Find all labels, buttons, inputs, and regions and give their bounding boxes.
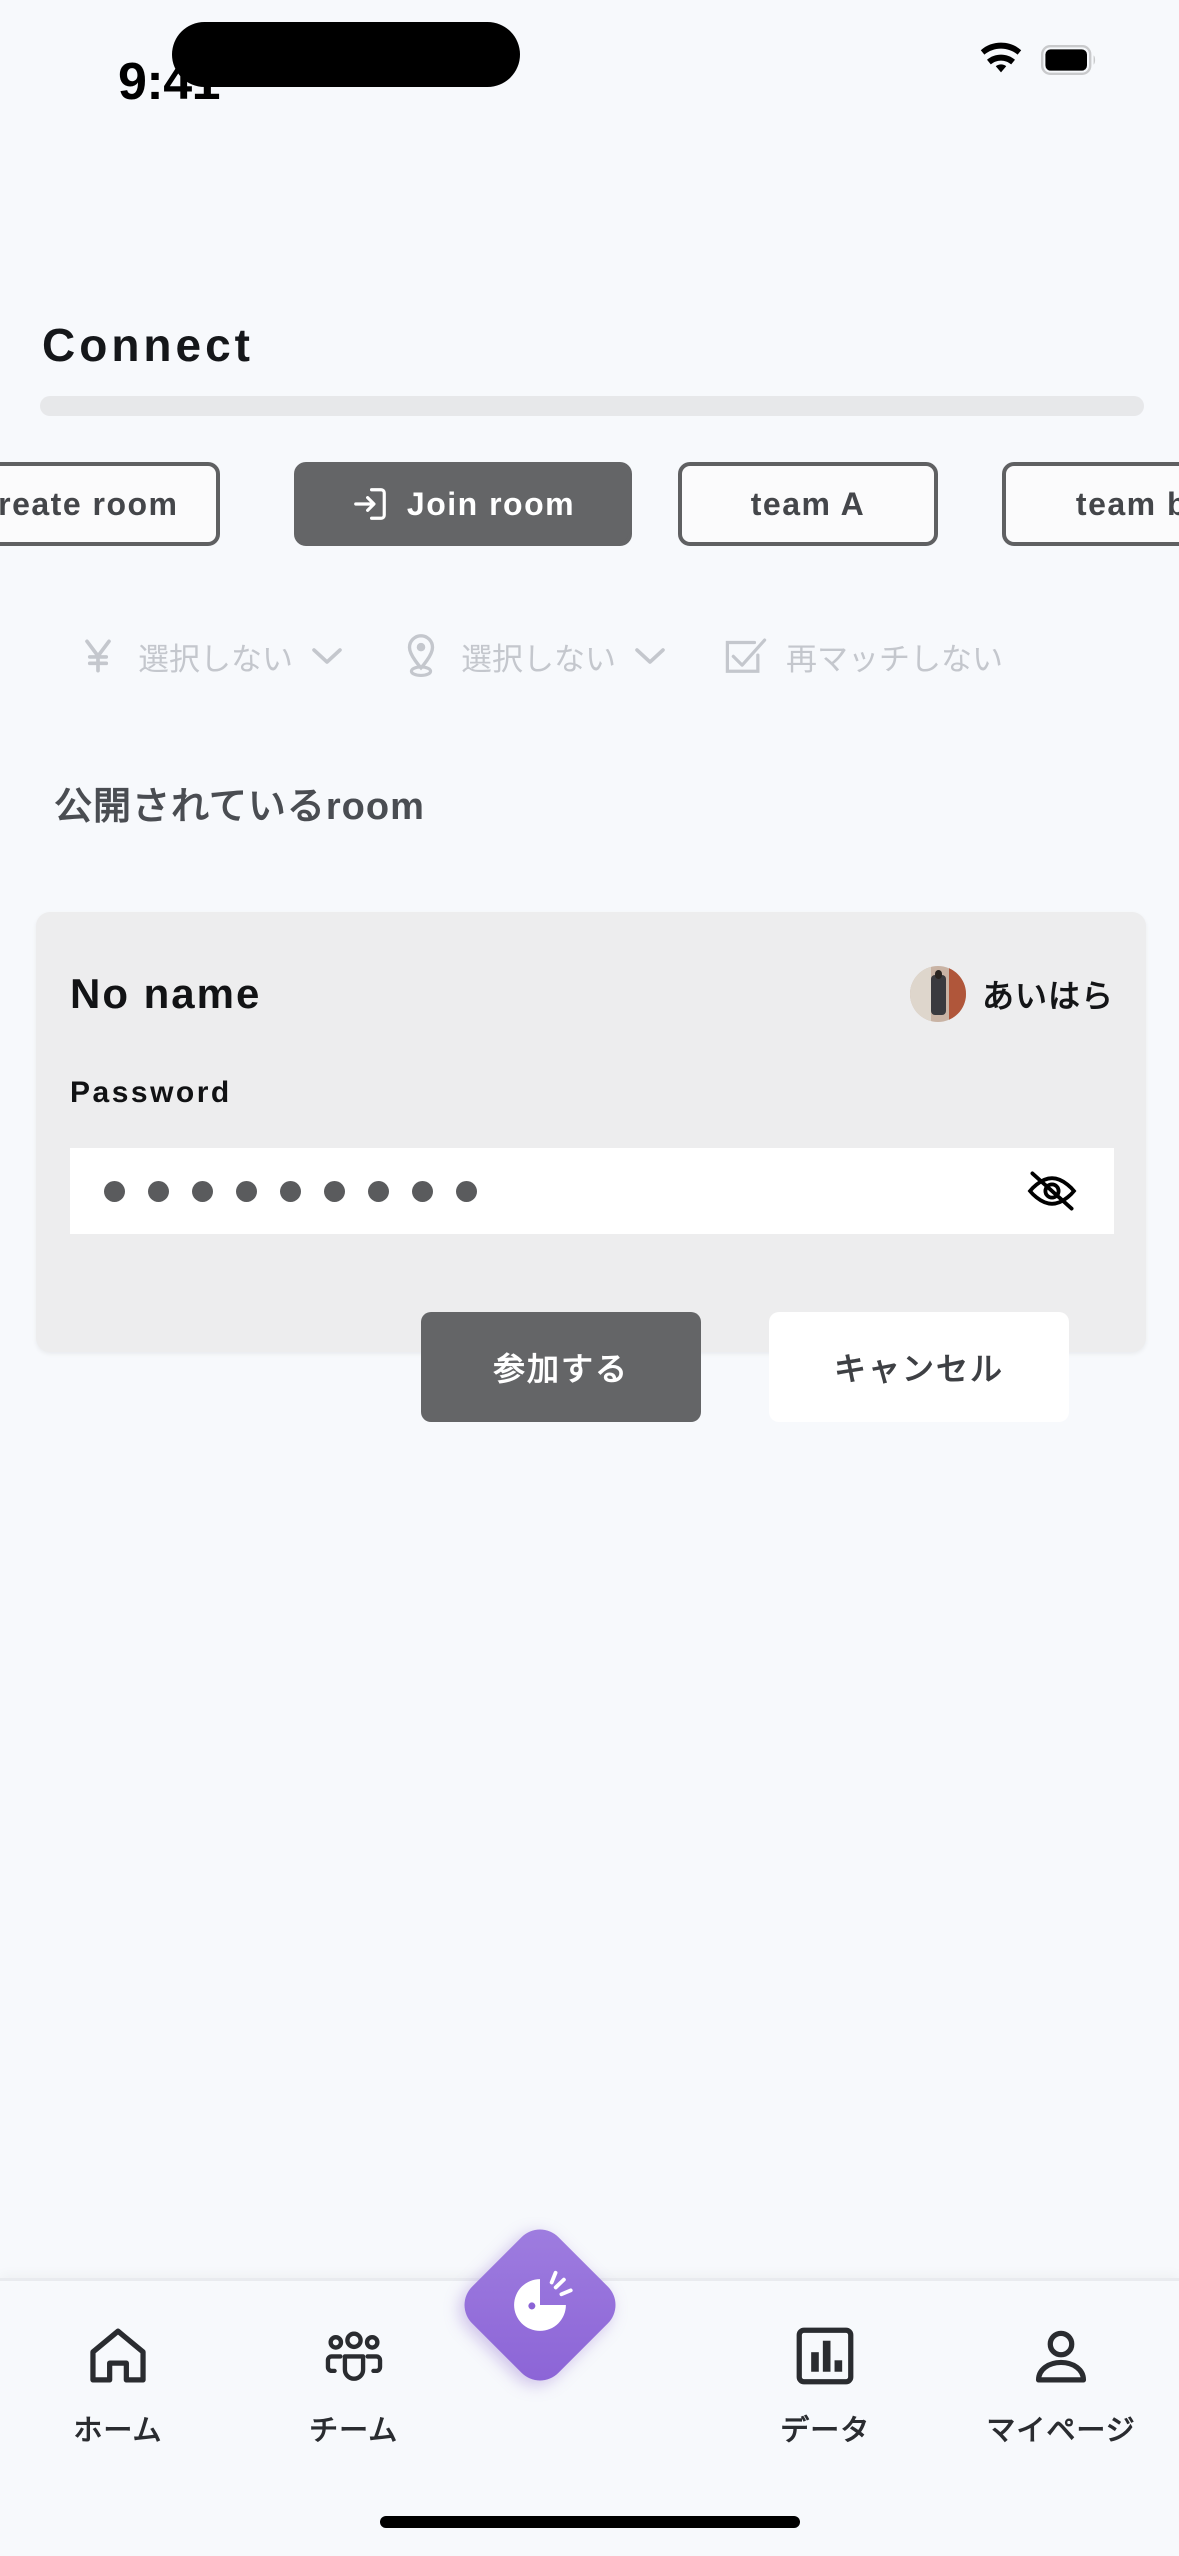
chevron-down-icon [635, 648, 665, 664]
room-card[interactable]: No name あいはら [36, 912, 1146, 1352]
person-icon [1036, 2330, 1087, 2383]
filter-row: 選択しない 選択しない 再マッチしない [0, 618, 1179, 694]
yen-icon [85, 639, 111, 673]
section-heading-public-rooms: 公開されているroom [54, 786, 425, 828]
tab-team[interactable]: チーム [236, 2281, 472, 2493]
filter-price[interactable]: 選択しない [76, 633, 343, 679]
password-label: Password [70, 1076, 232, 1109]
filter-location[interactable]: 選択しない [399, 633, 666, 679]
tab-data[interactable]: データ [707, 2281, 943, 2493]
avatar [909, 966, 966, 1022]
wifi-icon [980, 42, 1022, 73]
tab-team-b-label: team b [1075, 485, 1179, 522]
filter-location-value: 選択しない [461, 641, 616, 677]
tab-team-label: チーム [309, 2415, 399, 2447]
login-arrow-icon [354, 488, 386, 520]
team-group-icon [325, 2331, 382, 2381]
tab-join-room-label: Join room [406, 485, 576, 522]
cancel-button-label: キャンセル [833, 1351, 1004, 1387]
checkbox-checked-icon [725, 638, 767, 673]
tab-mypage-label: マイページ [986, 2415, 1136, 2447]
eye-off-icon[interactable] [1026, 1171, 1078, 1211]
filter-no-rematch-label: 再マッチしない [786, 641, 1003, 677]
filter-price-value: 選択しない [138, 641, 293, 677]
room-owner-name: あいはら [981, 978, 1114, 1014]
tab-join-room[interactable]: Join room [294, 462, 632, 546]
join-button[interactable]: 参加する [421, 1312, 701, 1422]
tab-create-room[interactable]: Create room [0, 462, 220, 546]
app-screen: 9:41 Connect Create room [0, 0, 1179, 2556]
home-icon [90, 2328, 146, 2383]
tab-team-a-label: team A [750, 485, 866, 522]
tab-data-label: データ [780, 2415, 871, 2447]
location-pin-icon [407, 634, 435, 678]
room-name: No name [70, 970, 262, 1017]
title-divider [40, 396, 1144, 416]
room-owner: あいはら [909, 966, 1114, 1022]
status-bar-indicators [977, 42, 1099, 78]
tab-home-label: ホーム [73, 2415, 163, 2447]
cancel-button[interactable]: キャンセル [769, 1312, 1069, 1422]
password-masked-value [104, 1180, 477, 1202]
filter-no-rematch[interactable]: 再マッチしない [724, 633, 1003, 679]
mascot-pie-icon [514, 2270, 573, 2331]
bar-chart-icon [796, 2327, 854, 2385]
tab-team-a[interactable]: team A [678, 462, 938, 546]
room-mode-tabs: Create room Join room team A team b [0, 462, 1179, 572]
room-card-header: No name あいはら [36, 954, 1146, 1034]
page-title: Connect [42, 319, 254, 371]
password-input[interactable] [70, 1148, 1114, 1234]
tab-home[interactable]: ホーム [0, 2281, 236, 2493]
tab-mypage[interactable]: マイページ [943, 2281, 1179, 2493]
dynamic-island [172, 22, 520, 87]
tab-create-room-label: Create room [0, 485, 179, 522]
fab-create[interactable] [453, 2218, 627, 2392]
home-indicator [379, 2516, 800, 2528]
tab-team-b[interactable]: team b [1002, 462, 1179, 546]
join-button-label: 参加する [492, 1351, 629, 1387]
room-card-actions: 参加する キャンセル [0, 1312, 1179, 1432]
status-bar: 9:41 [0, 0, 1179, 160]
chevron-down-icon [312, 648, 342, 664]
battery-icon [1041, 45, 1096, 75]
